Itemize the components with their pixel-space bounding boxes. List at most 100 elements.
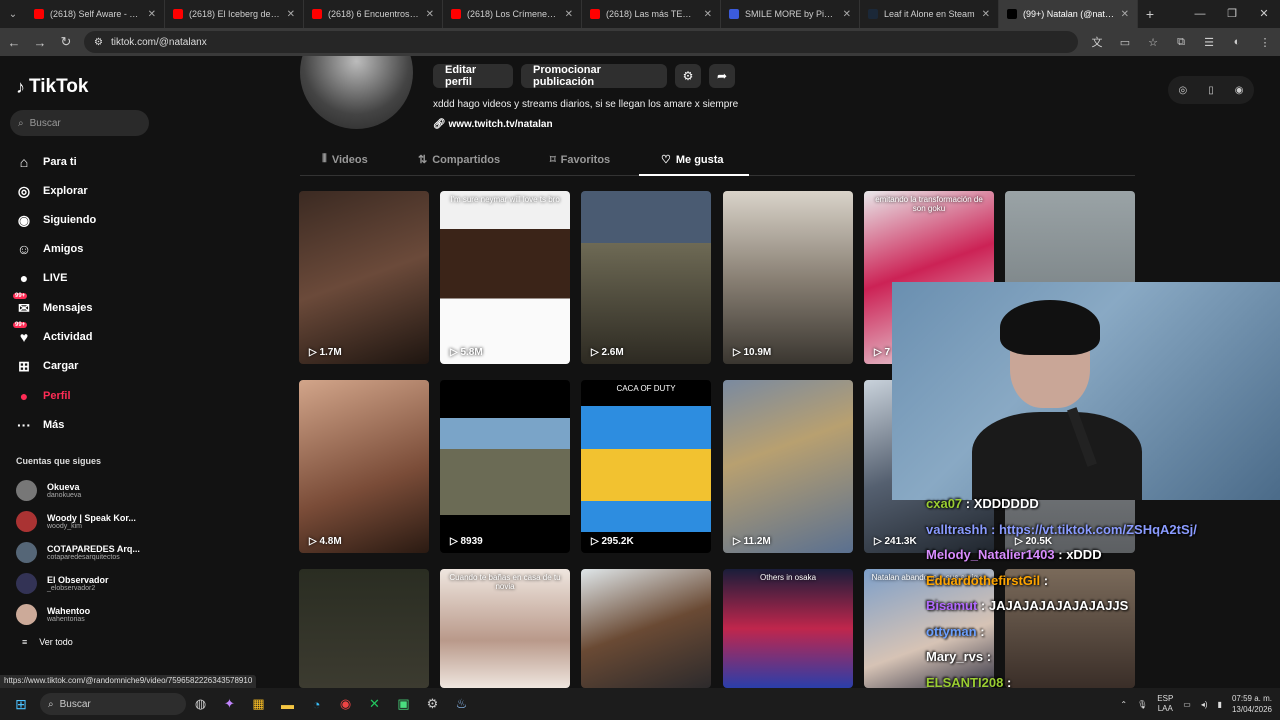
tab-close-icon[interactable]: ✕ bbox=[148, 9, 156, 20]
sidebar-item-perfil[interactable]: ● Perfil bbox=[15, 386, 71, 406]
file-explorer-icon[interactable]: ▬ bbox=[273, 688, 302, 720]
video-thumbnail[interactable]: ▷ 10.9M bbox=[723, 191, 853, 364]
restore-icon[interactable]: ❐ bbox=[1216, 0, 1248, 28]
language-indicator[interactable]: ESP LAA bbox=[1157, 694, 1173, 714]
reading-list-icon[interactable]: ☰ bbox=[1200, 36, 1218, 49]
taskbar-search-input[interactable]: ⌕ Buscar bbox=[40, 693, 186, 715]
edge-icon[interactable]: ◔ bbox=[302, 688, 331, 720]
browser-tab[interactable]: (99+) Natalan (@natalanx) ✕ bbox=[999, 0, 1138, 28]
clock[interactable]: 07:59 a. m. 13/04/2026 bbox=[1232, 693, 1272, 715]
phone-icon[interactable]: ▯ bbox=[1208, 85, 1214, 96]
user-avatar-icon[interactable]: ◉ bbox=[1235, 85, 1244, 96]
profile-avatar[interactable] bbox=[300, 56, 413, 129]
sidebar-item-explorar[interactable]: ◎ Explorar bbox=[15, 181, 88, 201]
sidebar-item-cargar[interactable]: ⊞ Cargar bbox=[15, 356, 78, 376]
tiktok-logo[interactable]: ♪ TikTok bbox=[16, 76, 88, 98]
cast-icon[interactable]: ▭ bbox=[1116, 36, 1134, 49]
steam-icon[interactable]: ♨ bbox=[447, 688, 476, 720]
video-thumbnail[interactable] bbox=[581, 569, 711, 688]
followed-account[interactable]: Woody | Speak Kor... woody_kim bbox=[16, 511, 136, 532]
video-thumbnail[interactable]: Cuando te bañas en casa de tu novia bbox=[440, 569, 570, 688]
settings-app-icon[interactable]: ⚙ bbox=[418, 688, 447, 720]
tab-close-icon[interactable]: ✕ bbox=[704, 9, 712, 20]
view-count-text: 8939 bbox=[460, 536, 483, 547]
browser-tab[interactable]: SMILE MORE by Pixel Pom ✕ bbox=[721, 0, 860, 28]
sidebar-item-amigos[interactable]: ☺ Amigos bbox=[15, 239, 84, 259]
tab-close-icon[interactable]: ✕ bbox=[1121, 9, 1129, 20]
followed-account[interactable]: Okueva danokueva bbox=[16, 480, 81, 501]
browser-tab[interactable]: Leaf it Alone en Steam ✕ bbox=[860, 0, 999, 28]
tab-close-icon[interactable]: ✕ bbox=[843, 9, 851, 20]
obs-icon[interactable]: ◍ bbox=[186, 688, 215, 720]
windows-start-icon[interactable]: ⊞ bbox=[6, 688, 36, 720]
copilot-icon[interactable]: ✦ bbox=[215, 688, 244, 720]
promote-post-button[interactable]: Promocionar publicación bbox=[521, 64, 667, 88]
share-arrow-icon[interactable]: ➦ bbox=[709, 64, 735, 88]
browser-tab[interactable]: (2618) Las más TERRIBLES ✕ bbox=[582, 0, 721, 28]
forward-icon[interactable]: → bbox=[32, 35, 48, 50]
video-thumbnail[interactable]: I'm sure neymar will love ts bro ▷ 5.8M bbox=[440, 191, 570, 364]
account-handle: woody_kim bbox=[47, 523, 83, 530]
video-thumbnail[interactable]: ▷ 2.6M bbox=[581, 191, 711, 364]
mic-tray-icon[interactable]: 🎙︎ bbox=[1137, 700, 1147, 709]
bookmark-star-icon[interactable]: ☆ bbox=[1144, 36, 1162, 49]
chrome-icon[interactable]: ◉ bbox=[331, 688, 360, 720]
tab-close-icon[interactable]: ✕ bbox=[426, 9, 434, 20]
video-thumbnail[interactable]: CACA OF DUTY ▷ 295.2K bbox=[581, 380, 711, 553]
translate-icon[interactable]: 文 bbox=[1088, 34, 1106, 50]
tab-compartidos[interactable]: ⇅ Compartidos bbox=[418, 153, 500, 167]
tab-me-gusta[interactable]: ♡ Me gusta bbox=[661, 153, 724, 167]
url-field[interactable]: ⚙ tiktok.com/@natalanx bbox=[84, 31, 1078, 53]
tab-close-icon[interactable]: ✕ bbox=[565, 9, 573, 20]
browser-menu-icon[interactable]: ⋮ bbox=[1256, 36, 1274, 49]
reload-icon[interactable]: ↻ bbox=[58, 34, 74, 50]
minimize-icon[interactable]: — bbox=[1184, 0, 1216, 28]
search-icon: ⌕ bbox=[18, 117, 24, 129]
followed-account[interactable]: El Observador _elobservador2 bbox=[16, 573, 109, 594]
network-icon[interactable]: ▭ bbox=[1183, 700, 1191, 709]
video-thumbnail[interactable]: ▷ 8939 bbox=[440, 380, 570, 553]
sidebar-item-para-ti[interactable]: ⌂ Para ti bbox=[15, 152, 77, 172]
back-icon[interactable]: ← bbox=[6, 35, 22, 50]
profile-avatar-icon[interactable]: ◐ bbox=[1228, 36, 1246, 48]
followed-account[interactable]: Wahentoo wahentorias bbox=[16, 604, 90, 625]
edit-profile-button[interactable]: Editar perfil bbox=[433, 64, 513, 88]
browser-tab[interactable]: (2618) Self Aware - YouTube ✕ bbox=[26, 0, 165, 28]
tab-favoritos[interactable]: ⌑ Favoritos bbox=[550, 153, 610, 167]
streamer-body bbox=[972, 412, 1142, 500]
video-thumbnail[interactable]: ▷ 1.7M bbox=[299, 191, 429, 364]
tab-favicon-icon bbox=[590, 9, 600, 19]
store-icon[interactable]: ▦ bbox=[244, 688, 273, 720]
followed-account[interactable]: COTAPAREDES Arq... cotaparedesarquitectos bbox=[16, 542, 140, 563]
video-thumbnail[interactable]: ▷ 11.2M bbox=[723, 380, 853, 553]
tab-search-icon[interactable]: ⌄ bbox=[0, 0, 26, 28]
video-thumbnail[interactable] bbox=[299, 569, 429, 688]
new-tab-button[interactable]: + bbox=[1138, 6, 1162, 22]
sidebar-item-actividad[interactable]: 99+ ♥ Actividad bbox=[13, 322, 93, 347]
close-window-icon[interactable]: ✕ bbox=[1248, 0, 1280, 28]
settings-gear-icon[interactable]: ⚙ bbox=[675, 64, 701, 88]
tab-videos[interactable]: ⦀ Videos bbox=[322, 153, 368, 166]
compass-small-icon[interactable]: ◎ bbox=[1179, 85, 1188, 96]
sidebar-item-más[interactable]: ··· Más bbox=[15, 415, 64, 435]
sidebar-item-live[interactable]: ● LIVE bbox=[15, 268, 68, 288]
profile-link[interactable]: 🔗︎ www.twitch.tv/natalan bbox=[433, 119, 553, 130]
tab-close-icon[interactable]: ✕ bbox=[287, 9, 295, 20]
sidebar-item-siguiendo[interactable]: ◉ Siguiendo bbox=[15, 210, 96, 230]
sidebar-item-mensajes[interactable]: 99+ ✉ Mensajes bbox=[13, 293, 93, 318]
extensions-icon[interactable]: ⧉ bbox=[1172, 36, 1190, 49]
volume-icon[interactable]: ◂) bbox=[1201, 700, 1208, 709]
see-all-button[interactable]: ≡ Ver todo bbox=[22, 637, 73, 647]
browser-tab[interactable]: (2618) Los Crímenes Más ✕ bbox=[443, 0, 582, 28]
video-thumbnail[interactable]: Others in osaka bbox=[723, 569, 853, 688]
search-input[interactable]: ⌕ Buscar bbox=[10, 110, 149, 136]
excel-icon[interactable]: ✕ bbox=[360, 688, 389, 720]
browser-tab[interactable]: (2618) El Iceberg de lo aterrador ✕ bbox=[165, 0, 304, 28]
site-info-icon[interactable]: ⚙ bbox=[94, 37, 103, 48]
tray-arrow-icon[interactable]: ⌃ bbox=[1120, 700, 1127, 709]
browser-tab[interactable]: (2618) 6 Encuentros De C ✕ bbox=[304, 0, 443, 28]
battery-icon[interactable]: ▮ bbox=[1218, 700, 1222, 709]
tab-close-icon[interactable]: ✕ bbox=[982, 9, 990, 20]
green-app-icon[interactable]: ▣ bbox=[389, 688, 418, 720]
video-thumbnail[interactable]: ▷ 4.8M bbox=[299, 380, 429, 553]
